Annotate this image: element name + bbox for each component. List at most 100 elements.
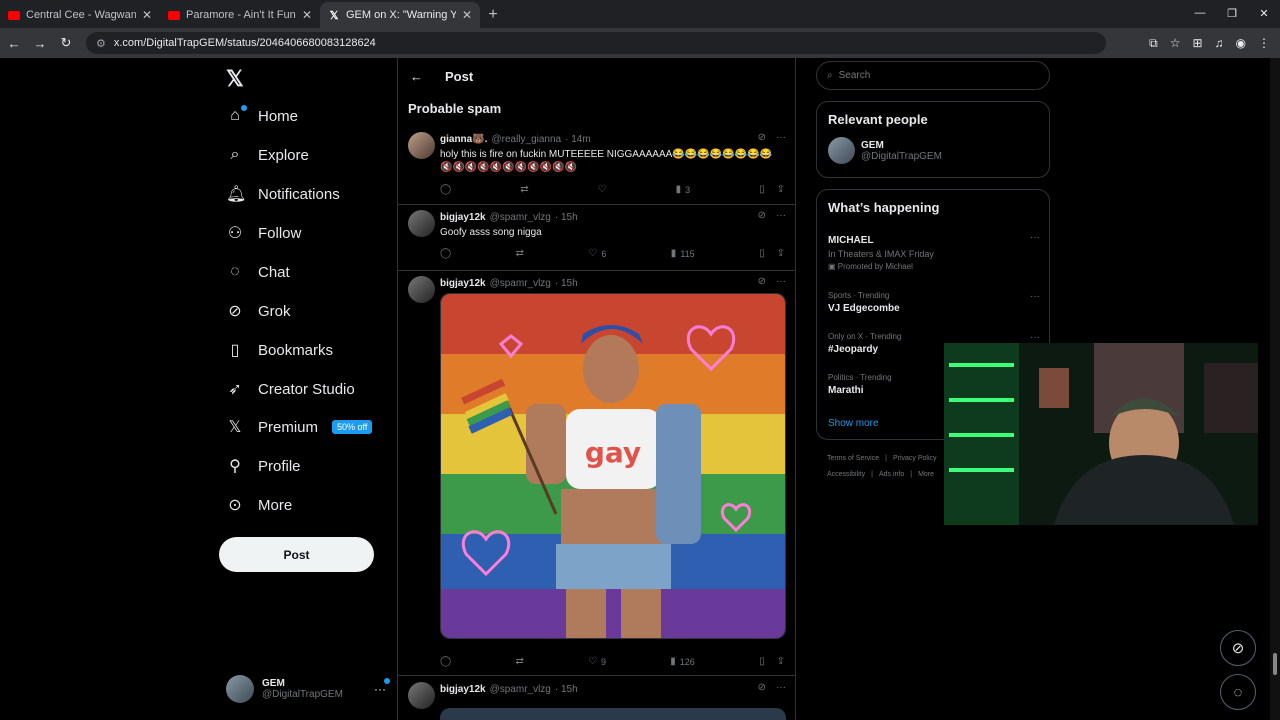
reload-icon[interactable]: ↻ [54,31,78,55]
trend-item[interactable]: Sports · Trending VJ Edgecombe ··· [828,291,1040,314]
more-dots-icon[interactable]: ··· [776,682,786,693]
share-icon[interactable]: ⇪ [777,656,785,667]
more-dots-icon[interactable]: ··· [1030,291,1040,302]
grok-icon[interactable]: ⊘ [758,132,766,143]
grok-icon[interactable]: ⊘ [758,276,766,287]
reply-button[interactable]: ◯ [440,248,451,259]
extensions-icon[interactable]: ⊞ [1192,36,1202,51]
more-dots-icon[interactable]: ··· [374,678,390,696]
avatar[interactable] [408,682,435,709]
nav-item-explore[interactable]: ⌕ Explore [226,137,309,173]
scrollbar-thumb[interactable] [1273,653,1277,675]
tweet-time[interactable]: · 14m [565,134,591,145]
browser-tab-active[interactable]: 𝕏 GEM on X: "Warning Yonna Dis ✕ [320,2,480,28]
restore-icon[interactable]: ❐ [1216,0,1248,26]
trend-item[interactable]: MICHAEL In Theaters & IMAX Friday ▣ Prom… [828,232,1040,271]
author-name[interactable]: gianna🐻. [440,134,487,145]
avatar[interactable] [408,276,435,303]
new-tab-button[interactable]: + [480,2,506,28]
chat-float-button[interactable]: ◌ [1220,674,1256,710]
retweet-button[interactable]: ⇄ [520,184,528,195]
grok-icon[interactable]: ⊘ [758,682,766,693]
tweet-time[interactable]: · 15h [555,212,578,223]
author-name[interactable]: bigjay12k [440,212,486,223]
more-dots-icon[interactable]: ··· [776,276,786,287]
footer-link[interactable]: More [918,471,934,478]
close-icon[interactable]: ✕ [142,8,152,22]
nav-item-premium[interactable]: 𝕏 Premium 50% off [226,409,373,445]
bookmark-icon[interactable]: ▯ [759,248,765,259]
show-more-link[interactable]: Show more [828,418,879,429]
close-icon[interactable]: ✕ [462,8,472,22]
tweet-time[interactable]: · 15h [555,278,578,289]
search-input[interactable]: ⌕ Search [816,61,1050,90]
views-button[interactable]: ▮ 115 [671,248,695,259]
nav-item-chat[interactable]: ◌ Chat [226,254,289,290]
post-button[interactable]: Post [219,537,374,572]
more-dots-icon[interactable]: ··· [776,210,786,221]
like-button[interactable]: ♡ 6 [588,248,606,259]
footer-link[interactable]: Ads info [879,471,904,478]
reply-button[interactable]: ◯ [440,656,451,667]
menu-icon[interactable]: ⋮ [1258,36,1270,51]
more-dots-icon[interactable]: ··· [776,132,786,143]
browser-tab[interactable]: Paramore - Ain't It Fun | Lyrics - ✕ [160,2,320,28]
close-icon[interactable]: ✕ [302,8,312,22]
more-dots-icon[interactable]: ··· [1030,232,1040,243]
bookmark-icon[interactable]: ▯ [759,184,765,195]
footer-link[interactable]: Accessibility [827,471,865,478]
more-dots-icon[interactable]: ··· [1030,332,1040,343]
author-name[interactable]: bigjay12k [440,684,486,695]
reply-tweet[interactable]: bigjay12k @spamr_vlzg · 15h ⊘ ··· [398,682,795,720]
views-button[interactable]: ▮ 126 [670,656,695,667]
site-info-icon[interactable]: ⚙ [96,37,106,50]
tweet-time[interactable]: · 15h [555,684,578,695]
back-arrow-icon[interactable]: ← [410,69,423,84]
views-button[interactable]: ▮ 3 [676,184,691,195]
grok-float-button[interactable]: ⊘ [1220,630,1256,666]
grok-icon[interactable]: ⊘ [758,210,766,221]
author-name[interactable]: bigjay12k [440,278,486,289]
star-icon[interactable]: ☆ [1170,36,1181,51]
author-handle[interactable]: @spamr_vlzg [490,684,551,695]
x-logo-icon[interactable]: 𝕏 [226,66,244,92]
install-icon[interactable]: ⧉ [1149,36,1158,51]
share-icon[interactable]: ⇪ [777,248,785,259]
footer-link[interactable]: Privacy Policy [893,455,937,462]
browser-tab[interactable]: Central Cee - Wagwan [ Instrum ✕ [0,2,160,28]
bookmark-icon[interactable]: ▯ [759,656,765,667]
nav-item-home[interactable]: ⌂ Home [226,98,298,134]
author-handle[interactable]: @really_gianna [491,134,561,145]
scrollbar[interactable] [1270,58,1280,720]
account-switcher[interactable]: GEM @DigitalTrapGEM ··· [226,674,390,704]
reply-button[interactable]: ◯ [440,184,451,195]
forward-icon[interactable]: → [28,31,52,55]
like-button[interactable]: ♡ 9 [588,656,606,667]
nav-item-notifications[interactable]: 🔔︎ Notifications [226,176,340,212]
nav-item-follow[interactable]: ⚇ Follow [226,215,302,251]
author-handle[interactable]: @spamr_vlzg [490,212,551,223]
tweet-image[interactable] [440,708,786,720]
avatar[interactable] [828,137,855,164]
profile-icon[interactable]: ◉ [1236,36,1246,51]
footer-link[interactable]: Terms of Service [827,455,879,462]
share-icon[interactable]: ⇪ [777,184,785,195]
reply-tweet[interactable]: gianna🐻. @really_gianna · 14m ⊘ ··· holy… [398,132,795,205]
nav-item-more[interactable]: ⊙ More [226,487,292,523]
nav-item-creator-studio[interactable]: ➶ Creator Studio [226,371,354,407]
avatar[interactable] [408,210,435,237]
retweet-button[interactable]: ⇄ [515,656,523,667]
url-field[interactable]: ⚙ x.com/DigitalTrapGEM/status/2046406680… [86,32,1106,54]
relevant-person[interactable]: GEM @DigitalTrapGEM [817,137,1049,164]
nav-item-profile[interactable]: ⚲ Profile [226,448,300,484]
back-icon[interactable]: ← [2,31,26,55]
media-icon[interactable]: ♫ [1215,36,1224,51]
tweet-image[interactable]: gay [440,293,786,639]
nav-item-grok[interactable]: ⊘ Grok [226,293,290,329]
author-handle[interactable]: @spamr_vlzg [490,278,551,289]
nav-item-bookmarks[interactable]: ▯ Bookmarks [226,332,333,368]
like-button[interactable]: ♡ [598,184,607,195]
reply-tweet[interactable]: bigjay12k @spamr_vlzg · 15h ⊘ ··· [398,276,795,676]
close-window-icon[interactable]: ✕ [1248,0,1280,26]
retweet-button[interactable]: ⇄ [516,248,524,259]
